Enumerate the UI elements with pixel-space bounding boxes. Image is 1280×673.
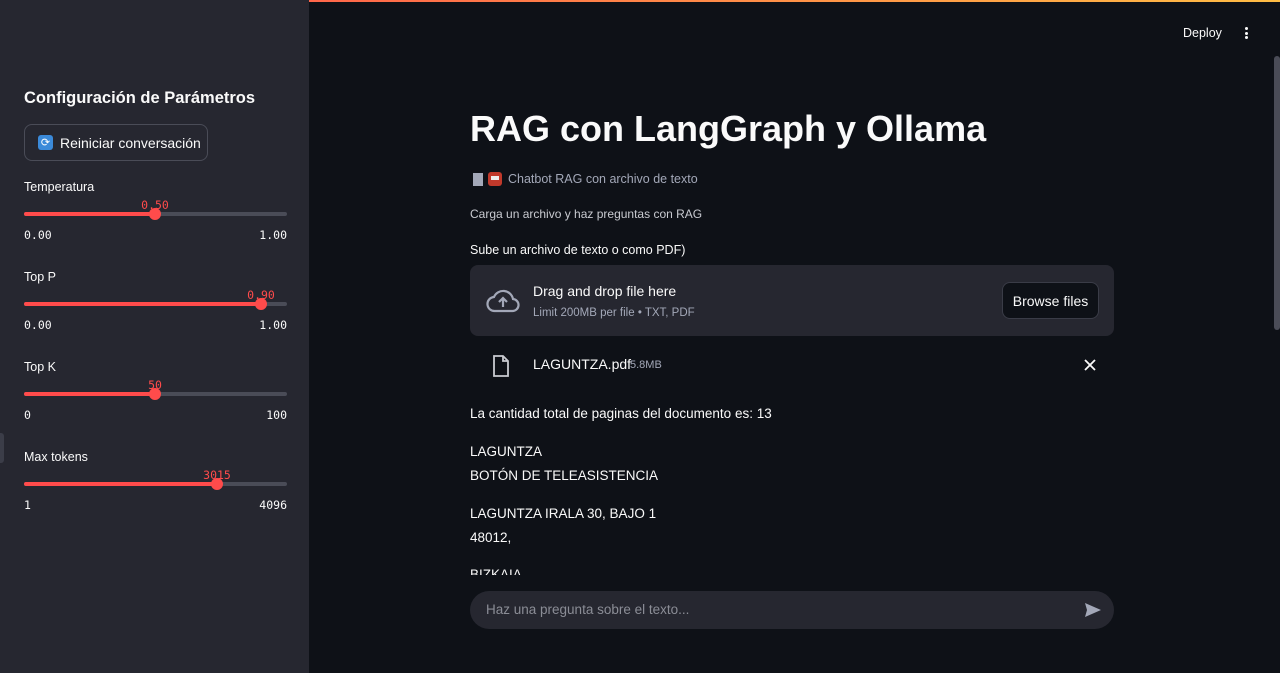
- slider-fill: [24, 212, 155, 216]
- subtitle: Carga un archivo y haz preguntas con RAG: [470, 207, 703, 221]
- file-name: LAGUNTZA.pdf: [533, 356, 632, 372]
- slider-track[interactable]: [24, 388, 287, 400]
- cloud-upload-icon: [486, 289, 520, 313]
- robot-icon: [488, 172, 502, 186]
- dropzone-title: Drag and drop file here: [533, 283, 677, 299]
- slider-fill: [24, 482, 217, 486]
- slider-min: 0: [24, 408, 31, 422]
- slider-thumb[interactable]: [149, 388, 161, 400]
- slider-min: 0.00: [24, 228, 52, 242]
- slider-fill: [24, 302, 261, 306]
- file-icon: [493, 355, 509, 377]
- browse-files-button[interactable]: Browse files: [1002, 282, 1099, 319]
- kebab-menu-icon[interactable]: [1238, 24, 1254, 42]
- dropzone-limit: Limit 200MB per file • TXT, PDF: [533, 307, 695, 319]
- slider-fill: [24, 392, 155, 396]
- close-icon[interactable]: [1083, 358, 1097, 372]
- slider-max: 4096: [259, 498, 287, 512]
- slider-thumb[interactable]: [149, 208, 161, 220]
- slider-track[interactable]: [24, 298, 287, 310]
- doc-line: LAGUNTZA IRALA 30, BAJO 1: [470, 506, 657, 521]
- reset-conversation-label: Reiniciar conversación: [60, 134, 201, 151]
- doc-line: 48012,: [470, 530, 512, 545]
- file-dropzone[interactable]: Drag and drop file here Limit 200MB per …: [470, 265, 1114, 336]
- slider-track[interactable]: [24, 208, 287, 220]
- slider-label: Temperatura: [24, 180, 95, 194]
- page-count-text: La cantidad total de paginas del documen…: [470, 406, 772, 421]
- sidebar-collapse-handle[interactable]: [0, 433, 4, 463]
- scrollbar[interactable]: [1274, 56, 1280, 330]
- chat-input[interactable]: Haz una pregunta sobre el texto...: [470, 591, 1114, 629]
- slider-label: Top K: [24, 360, 56, 374]
- slider-label: Top P: [24, 270, 56, 284]
- chat-input-placeholder: Haz una pregunta sobre el texto...: [486, 602, 690, 617]
- uploader-label: Sube un archivo de texto o como PDF): [470, 243, 686, 257]
- slider-max: 1.00: [259, 318, 287, 332]
- slider-track[interactable]: [24, 478, 287, 490]
- refresh-icon: ⟳: [38, 135, 53, 150]
- doc-line: LAGUNTZA: [470, 444, 543, 459]
- sidebar-title: Configuración de Parámetros: [24, 89, 256, 107]
- page-title: RAG con LangGraph y Ollama: [470, 108, 987, 149]
- slider-label: Max tokens: [24, 450, 88, 464]
- reset-conversation-button[interactable]: ⟳ Reiniciar conversación: [24, 124, 208, 161]
- slider-thumb[interactable]: [255, 298, 267, 310]
- document-icon: [473, 172, 483, 186]
- file-size: 5.8MB: [630, 359, 662, 371]
- doc-line: BOTÓN DE TELEASISTENCIA: [470, 468, 659, 483]
- caption-text: Chatbot RAG con archivo de texto: [508, 172, 698, 186]
- sidebar: Configuración de Parámetros ⟳ Reiniciar …: [0, 0, 309, 673]
- uploaded-file: LAGUNTZA.pdf 5.8MB: [470, 350, 1114, 380]
- deploy-button[interactable]: Deploy: [1183, 26, 1222, 40]
- slider-min: 1: [24, 498, 31, 512]
- slider-thumb[interactable]: [211, 478, 223, 490]
- caption: Chatbot RAG con archivo de texto: [473, 172, 698, 186]
- slider-max: 1.00: [259, 228, 287, 242]
- slider-min: 0.00: [24, 318, 52, 332]
- send-icon[interactable]: [1084, 602, 1102, 618]
- slider-max: 100: [266, 408, 287, 422]
